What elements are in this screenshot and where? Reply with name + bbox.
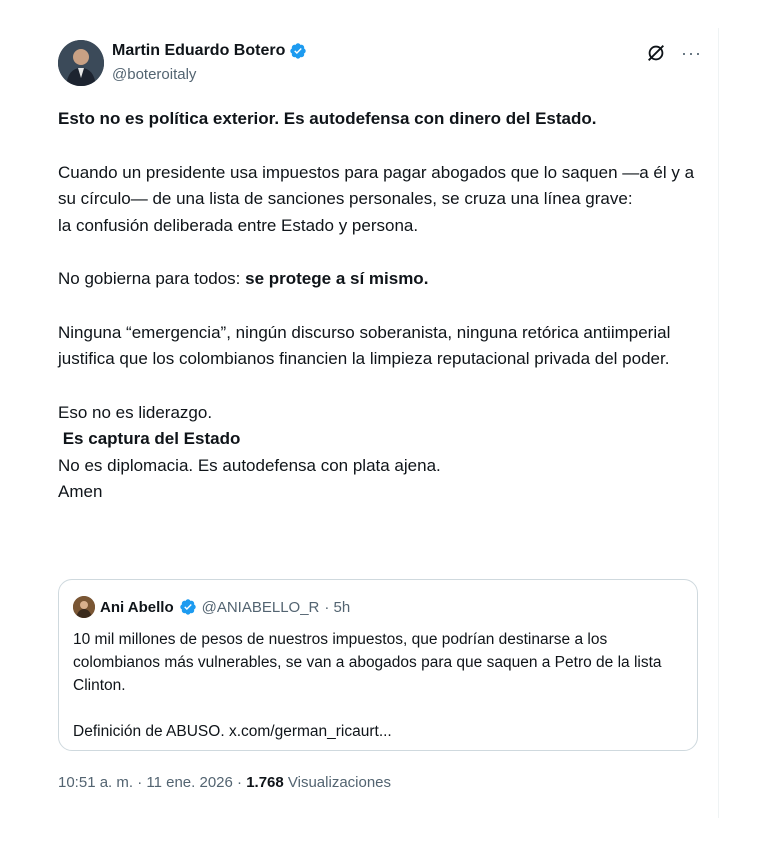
more-icon[interactable]: ··· (681, 43, 702, 63)
author-avatar[interactable] (58, 40, 104, 86)
views-label: Visualizaciones (283, 774, 392, 791)
views-count: 1.768 (246, 774, 284, 791)
quoted-text-1: 10 mil millones de pesos de nuestros imp… (73, 631, 662, 694)
author-name-row[interactable]: Martin Eduardo Botero (112, 42, 307, 60)
quoted-avatar-image (73, 596, 95, 618)
quoted-time: · 5h (324, 598, 351, 616)
tweet-line-1: Esto no es política exterior. Es autodef… (58, 109, 597, 128)
quoted-verified-badge-icon (179, 599, 196, 615)
tweet-paragraph-3-plain: No gobierna para todos: (58, 269, 246, 288)
quoted-text-2: Definición de ABUSO. x.com/german_ricaur… (73, 723, 392, 740)
verified-badge-icon (290, 43, 307, 59)
quoted-avatar (73, 596, 95, 618)
author-name[interactable]: Martin Eduardo Botero (112, 42, 285, 60)
quoted-author-name: Ani Abello (100, 598, 174, 616)
tweet-line-5: Eso no es liderazgo. (58, 402, 213, 422)
tweet-paragraph-4: Ninguna “emergencia”, ningún discurso so… (58, 322, 671, 369)
tweet-text: Esto no es política exterior. Es autodef… (58, 106, 698, 506)
author-handle[interactable]: @boteroitaly (112, 66, 196, 83)
quoted-tweet[interactable]: Ani Abello @ANIABELLO_R · 5h 10 mil mill… (58, 579, 698, 751)
tweet-paragraph-2: Cuando un presidente usa impuestos para … (58, 162, 695, 209)
tweet-card: Martin Eduardo Botero @boteroitaly ··· E… (38, 28, 719, 818)
avatar-image (58, 40, 104, 86)
tweet-line-7: No es diplomacia. Es autodefensa con pla… (58, 455, 441, 475)
tweet-meta: 10:51 a. m. · 11 ene. 2026 · 1.768 Visua… (58, 774, 391, 791)
tweet-paragraph-2b: la confusión deliberada entre Estado y p… (58, 215, 419, 235)
tweet-paragraph-3-bold: se protege a sí mismo. (245, 269, 429, 288)
tweet-line-8: Amen (58, 482, 103, 501)
tweet-actions-top: ··· (645, 42, 702, 64)
quoted-text: 10 mil millones de pesos de nuestros imp… (73, 628, 683, 743)
quoted-author-handle: @ANIABELLO_R (201, 598, 320, 616)
quoted-header: Ani Abello @ANIABELLO_R · 5h (73, 596, 350, 618)
tweet-paragraph-3: No gobierna para todos: se protege a sí … (58, 266, 698, 293)
tweet-timestamp[interactable]: 10:51 a. m. · 11 ene. 2026 · (58, 774, 246, 791)
grok-icon[interactable] (645, 42, 667, 64)
tweet-line-6: Es captura del Estado (58, 429, 241, 448)
